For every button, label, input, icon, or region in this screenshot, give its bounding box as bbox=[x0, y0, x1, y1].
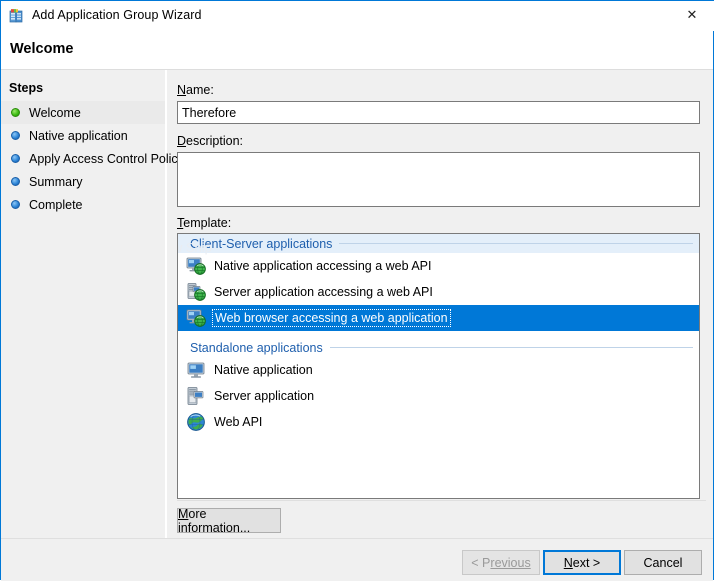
server-icon bbox=[186, 386, 206, 406]
body-area: Steps Welcome Native application Apply A… bbox=[1, 70, 713, 538]
previous-accel-rest: revious bbox=[490, 556, 530, 570]
more-information-button[interactable]: More information... bbox=[177, 508, 281, 533]
more-information-label: More information... bbox=[178, 507, 280, 535]
next-label: Next > bbox=[564, 556, 600, 570]
page-title: Welcome bbox=[10, 41, 73, 57]
footer-bar: < Previous Next > Cancel bbox=[1, 538, 713, 581]
page-header: Welcome bbox=[1, 31, 713, 70]
template-item-server-app-web-api[interactable]: Server application accessing a web API bbox=[178, 279, 699, 305]
template-item-native-application[interactable]: Native application bbox=[178, 357, 699, 383]
template-listbox[interactable]: Window Snip Client-Server applications bbox=[177, 233, 700, 499]
monitor-icon bbox=[186, 360, 206, 380]
sidebar-item-welcome[interactable]: Welcome bbox=[1, 101, 165, 124]
step-bullet-icon bbox=[11, 200, 20, 209]
footer-divider bbox=[177, 500, 706, 501]
close-glyph: ✕ bbox=[687, 9, 698, 22]
template-item-web-api[interactable]: Web API bbox=[178, 409, 699, 435]
wizard-window: Add Application Group Wizard ✕ Welcome S… bbox=[0, 0, 714, 580]
title-bar: Add Application Group Wizard ✕ bbox=[1, 1, 715, 31]
sidebar-item-summary[interactable]: Summary bbox=[1, 170, 165, 193]
name-label: Name: bbox=[177, 83, 214, 97]
sidebar-item-label: Welcome bbox=[29, 106, 81, 120]
template-group-header-client-server: Window Snip Client-Server applications bbox=[178, 234, 699, 253]
sidebar-item-label: Summary bbox=[29, 175, 82, 189]
next-rest: ext > bbox=[573, 556, 600, 570]
sidebar-item-label: Apply Access Control Policy bbox=[29, 152, 184, 166]
template-item-label: Native application bbox=[214, 363, 313, 377]
description-label-rest: escription: bbox=[186, 134, 243, 148]
template-item-label: Server application accessing a web API bbox=[214, 285, 433, 299]
previous-label: < Previous bbox=[471, 556, 530, 570]
template-item-native-app-web-api[interactable]: Native application accessing a web API bbox=[178, 253, 699, 279]
description-accel: D bbox=[177, 134, 186, 148]
step-bullet-icon bbox=[11, 177, 20, 186]
group-title: Client-Server applications bbox=[190, 237, 332, 251]
main-pane: Name: Description: Template: Window Snip… bbox=[169, 70, 713, 538]
next-accel: N bbox=[564, 556, 573, 570]
cancel-button[interactable]: Cancel bbox=[624, 550, 702, 575]
template-item-label: Native application accessing a web API bbox=[214, 259, 432, 273]
template-item-label: Web API bbox=[214, 415, 262, 429]
previous-button[interactable]: < Previous bbox=[462, 550, 540, 575]
group-title: Standalone applications bbox=[190, 341, 323, 355]
more-information-rest: ore information... bbox=[178, 507, 250, 535]
application-group-icon bbox=[9, 8, 25, 24]
previous-prefix: < P bbox=[471, 556, 490, 570]
template-label: Template: bbox=[177, 216, 231, 230]
name-label-rest: ame: bbox=[186, 83, 214, 97]
template-item-web-browser-web-application[interactable]: Web browser accessing a web application bbox=[178, 305, 699, 331]
close-icon[interactable]: ✕ bbox=[669, 1, 715, 30]
template-item-label: Server application bbox=[214, 389, 314, 403]
monitor-globe-icon bbox=[186, 308, 206, 328]
sidebar-item-label: Native application bbox=[29, 129, 128, 143]
server-globe-icon bbox=[186, 282, 206, 302]
window-title: Add Application Group Wizard bbox=[32, 8, 202, 22]
description-textarea[interactable] bbox=[177, 152, 700, 207]
template-item-label: Web browser accessing a web application bbox=[214, 311, 449, 325]
steps-heading: Steps bbox=[9, 81, 43, 95]
globe-icon bbox=[186, 412, 206, 432]
sidebar-item-complete[interactable]: Complete bbox=[1, 193, 165, 216]
steps-sidebar: Steps Welcome Native application Apply A… bbox=[1, 70, 167, 538]
template-item-server-application[interactable]: Server application bbox=[178, 383, 699, 409]
sidebar-item-apply-access-control-policy[interactable]: Apply Access Control Policy bbox=[1, 147, 165, 170]
step-bullet-icon bbox=[11, 108, 20, 117]
step-bullet-icon bbox=[11, 154, 20, 163]
group-rule bbox=[330, 347, 693, 348]
more-information-accel: M bbox=[178, 507, 188, 521]
name-accel: N bbox=[177, 83, 186, 97]
step-bullet-icon bbox=[11, 131, 20, 140]
group-rule bbox=[339, 243, 693, 244]
template-label-rest: emplate: bbox=[183, 216, 231, 230]
cancel-label: Cancel bbox=[644, 556, 683, 570]
description-label: Description: bbox=[177, 134, 243, 148]
template-group-header-standalone: Standalone applications bbox=[178, 338, 699, 357]
sidebar-item-label: Complete bbox=[29, 198, 83, 212]
next-button[interactable]: Next > bbox=[543, 550, 621, 575]
monitor-globe-icon bbox=[186, 256, 206, 276]
sidebar-item-native-application[interactable]: Native application bbox=[1, 124, 165, 147]
name-input[interactable] bbox=[177, 101, 700, 124]
